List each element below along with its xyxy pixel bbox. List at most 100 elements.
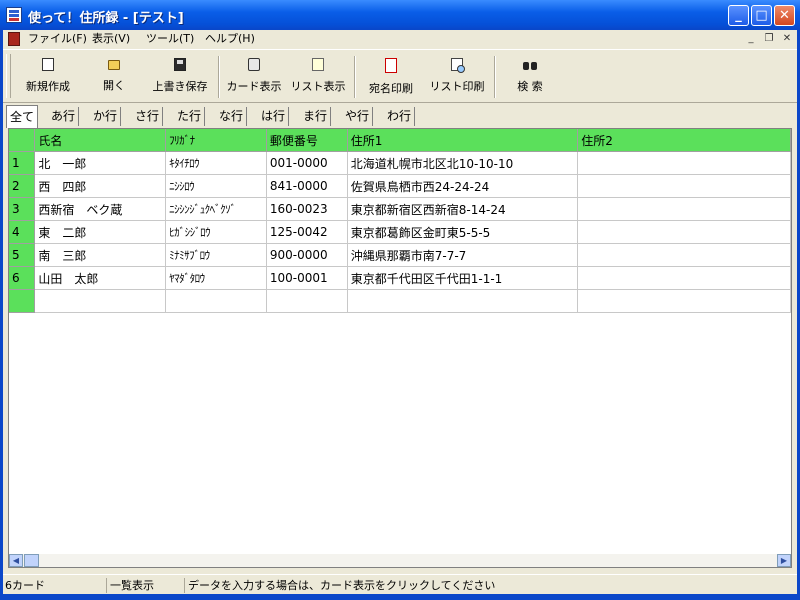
card-view-button[interactable]: カード表示 xyxy=(224,56,284,98)
mdi-minimize-button[interactable]: _ xyxy=(744,32,758,45)
list-print-button[interactable]: リスト印刷 xyxy=(426,56,488,98)
label-print-button[interactable]: 宛名印刷 xyxy=(362,56,420,98)
title-bar[interactable]: 使って！住所録 - [テスト] _ □ ✕ xyxy=(0,0,800,30)
card-icon xyxy=(248,58,260,71)
tab-sa[interactable]: さ行 xyxy=(132,107,164,126)
address1-cell[interactable]: 沖縄県那覇市南7-7-7 xyxy=(347,243,579,267)
label-print-icon xyxy=(385,58,397,73)
zip-cell[interactable]: 001-0000 xyxy=(266,151,348,175)
column-header-name[interactable]: 氏名 xyxy=(34,129,167,152)
table-row[interactable]: 6 山田 太郎 ﾔﾏﾀﾞﾀﾛｳ 100-0001 東京都千代田区千代田1-1-1 xyxy=(9,266,791,290)
table-row[interactable]: 3 西新宿 ベク蔵 ﾆｼｼﾝｼﾞｭｸﾍﾞｸｿﾞ 160-0023 東京都新宿区西… xyxy=(9,197,791,221)
kana-cell[interactable]: ﾆｼｼﾝｼﾞｭｸﾍﾞｸｿﾞ xyxy=(165,197,267,221)
name-cell[interactable]: 山田 太郎 xyxy=(34,266,167,290)
scroll-thumb[interactable] xyxy=(24,554,39,567)
tab-ma[interactable]: ま行 xyxy=(300,107,332,126)
row-number[interactable]: 3 xyxy=(9,197,36,221)
name-cell[interactable]: 東 二郎 xyxy=(34,220,167,244)
toolbar: 新規作成 開く 上書き保存 カード表示 リスト表示 宛名印刷 リスト印刷 検 索 xyxy=(0,49,800,103)
zip-cell[interactable]: 125-0042 xyxy=(266,220,348,244)
address1-cell[interactable] xyxy=(347,289,579,313)
table-row[interactable]: 2 西 四郎 ﾆｼｼﾛｳ 841-0000 佐賀県鳥栖市西24-24-24 xyxy=(9,174,791,198)
row-number[interactable]: 1 xyxy=(9,151,36,175)
toolbar-grip[interactable] xyxy=(6,54,11,98)
address-table: 氏名 ﾌﾘｶﾞﾅ 郵便番号 住所1 住所2 1 北 一郎 ｷﾀｲﾁﾛｳ 001-… xyxy=(9,129,791,313)
kana-cell[interactable]: ﾆｼｼﾛｳ xyxy=(165,174,267,198)
tab-wa[interactable]: わ行 xyxy=(384,107,416,126)
new-entry-row[interactable] xyxy=(9,289,791,313)
close-button[interactable]: ✕ xyxy=(774,5,795,26)
address1-cell[interactable]: 東京都千代田区千代田1-1-1 xyxy=(347,266,579,290)
address2-cell[interactable] xyxy=(577,266,791,290)
column-header-zip[interactable]: 郵便番号 xyxy=(266,129,348,152)
save-button[interactable]: 上書き保存 xyxy=(148,56,212,98)
menu-view[interactable]: 表示(V) xyxy=(88,31,134,47)
horizontal-scrollbar[interactable]: ◀ ▶ xyxy=(9,554,791,567)
table-row[interactable]: 1 北 一郎 ｷﾀｲﾁﾛｳ 001-0000 北海道札幌市北区北10-10-10 xyxy=(9,151,791,175)
list-print-label: リスト印刷 xyxy=(429,80,485,93)
kana-cell[interactable]: ﾐﾅﾐｻﾌﾞﾛｳ xyxy=(165,243,267,267)
mdi-restore-button[interactable]: ❐ xyxy=(762,32,776,45)
row-number[interactable]: 4 xyxy=(9,220,36,244)
menu-tools[interactable]: ツール(T) xyxy=(142,31,198,47)
zip-cell[interactable]: 841-0000 xyxy=(266,174,348,198)
address2-cell[interactable] xyxy=(577,289,791,313)
address1-cell[interactable]: 東京都葛飾区金町東5-5-5 xyxy=(347,220,579,244)
address2-cell[interactable] xyxy=(577,220,791,244)
address2-cell[interactable] xyxy=(577,243,791,267)
tab-ka[interactable]: か行 xyxy=(90,107,122,126)
mdi-close-button[interactable]: ✕ xyxy=(780,32,794,45)
table-row[interactable]: 4 東 二郎 ﾋｶﾞｼｼﾞﾛｳ 125-0042 東京都葛飾区金町東5-5-5 xyxy=(9,220,791,244)
open-button[interactable]: 開く xyxy=(88,56,140,98)
kana-cell[interactable]: ｷﾀｲﾁﾛｳ xyxy=(165,151,267,175)
name-cell[interactable]: 北 一郎 xyxy=(34,151,167,175)
tab-ya[interactable]: や行 xyxy=(342,107,374,126)
scroll-right-button[interactable]: ▶ xyxy=(777,554,791,567)
address1-cell[interactable]: 東京都新宿区西新宿8-14-24 xyxy=(347,197,579,221)
address2-cell[interactable] xyxy=(577,174,791,198)
tab-all[interactable]: 全て xyxy=(6,105,39,128)
maximize-button[interactable]: □ xyxy=(751,5,772,26)
app-icon[interactable] xyxy=(6,7,22,23)
name-cell[interactable]: 西 四郎 xyxy=(34,174,167,198)
kana-cell[interactable] xyxy=(165,289,267,313)
document-icon[interactable] xyxy=(8,32,20,46)
kana-cell[interactable]: ﾔﾏﾀﾞﾀﾛｳ xyxy=(165,266,267,290)
name-cell[interactable] xyxy=(34,289,167,313)
menu-file[interactable]: ファイル(F) xyxy=(24,31,91,47)
menu-bar: ファイル(F) 表示(V) ツール(T) ヘルプ(H) _ ❐ ✕ xyxy=(0,30,800,48)
address-grid[interactable]: 氏名 ﾌﾘｶﾞﾅ 郵便番号 住所1 住所2 1 北 一郎 ｷﾀｲﾁﾛｳ 001-… xyxy=(8,128,792,568)
row-number[interactable]: 2 xyxy=(9,174,36,198)
name-cell[interactable]: 西新宿 ベク蔵 xyxy=(34,197,167,221)
address2-cell[interactable] xyxy=(577,151,791,175)
address1-cell[interactable]: 北海道札幌市北区北10-10-10 xyxy=(347,151,579,175)
list-view-button[interactable]: リスト表示 xyxy=(288,56,348,98)
tab-na[interactable]: な行 xyxy=(216,107,248,126)
app-window: 使って！住所録 - [テスト] _ □ ✕ ファイル(F) 表示(V) ツール(… xyxy=(0,0,800,600)
table-row[interactable]: 5 南 三郎 ﾐﾅﾐｻﾌﾞﾛｳ 900-0000 沖縄県那覇市南7-7-7 xyxy=(9,243,791,267)
row-number[interactable]: 6 xyxy=(9,266,36,290)
address1-cell[interactable]: 佐賀県鳥栖市西24-24-24 xyxy=(347,174,579,198)
search-button[interactable]: 検 索 xyxy=(508,56,552,98)
column-header-kana[interactable]: ﾌﾘｶﾞﾅ xyxy=(165,129,267,152)
tab-a[interactable]: あ行 xyxy=(48,107,80,126)
name-cell[interactable]: 南 三郎 xyxy=(34,243,167,267)
window-border-bottom xyxy=(0,594,800,600)
tab-ha[interactable]: は行 xyxy=(258,107,290,126)
minimize-button[interactable]: _ xyxy=(728,5,749,26)
zip-cell[interactable] xyxy=(266,289,348,313)
zip-cell[interactable]: 900-0000 xyxy=(266,243,348,267)
kana-cell[interactable]: ﾋｶﾞｼｼﾞﾛｳ xyxy=(165,220,267,244)
address2-cell[interactable] xyxy=(577,197,791,221)
column-header-address2[interactable]: 住所2 xyxy=(577,129,791,152)
zip-cell[interactable]: 100-0001 xyxy=(266,266,348,290)
new-button[interactable]: 新規作成 xyxy=(20,56,76,98)
menu-help[interactable]: ヘルプ(H) xyxy=(201,31,259,47)
zip-cell[interactable]: 160-0023 xyxy=(266,197,348,221)
row-number[interactable]: 5 xyxy=(9,243,36,267)
column-header-address1[interactable]: 住所1 xyxy=(347,129,579,152)
tab-ta[interactable]: た行 xyxy=(174,107,206,126)
scroll-left-button[interactable]: ◀ xyxy=(9,554,23,567)
row-number[interactable] xyxy=(9,289,36,313)
corner-cell[interactable] xyxy=(9,129,36,152)
